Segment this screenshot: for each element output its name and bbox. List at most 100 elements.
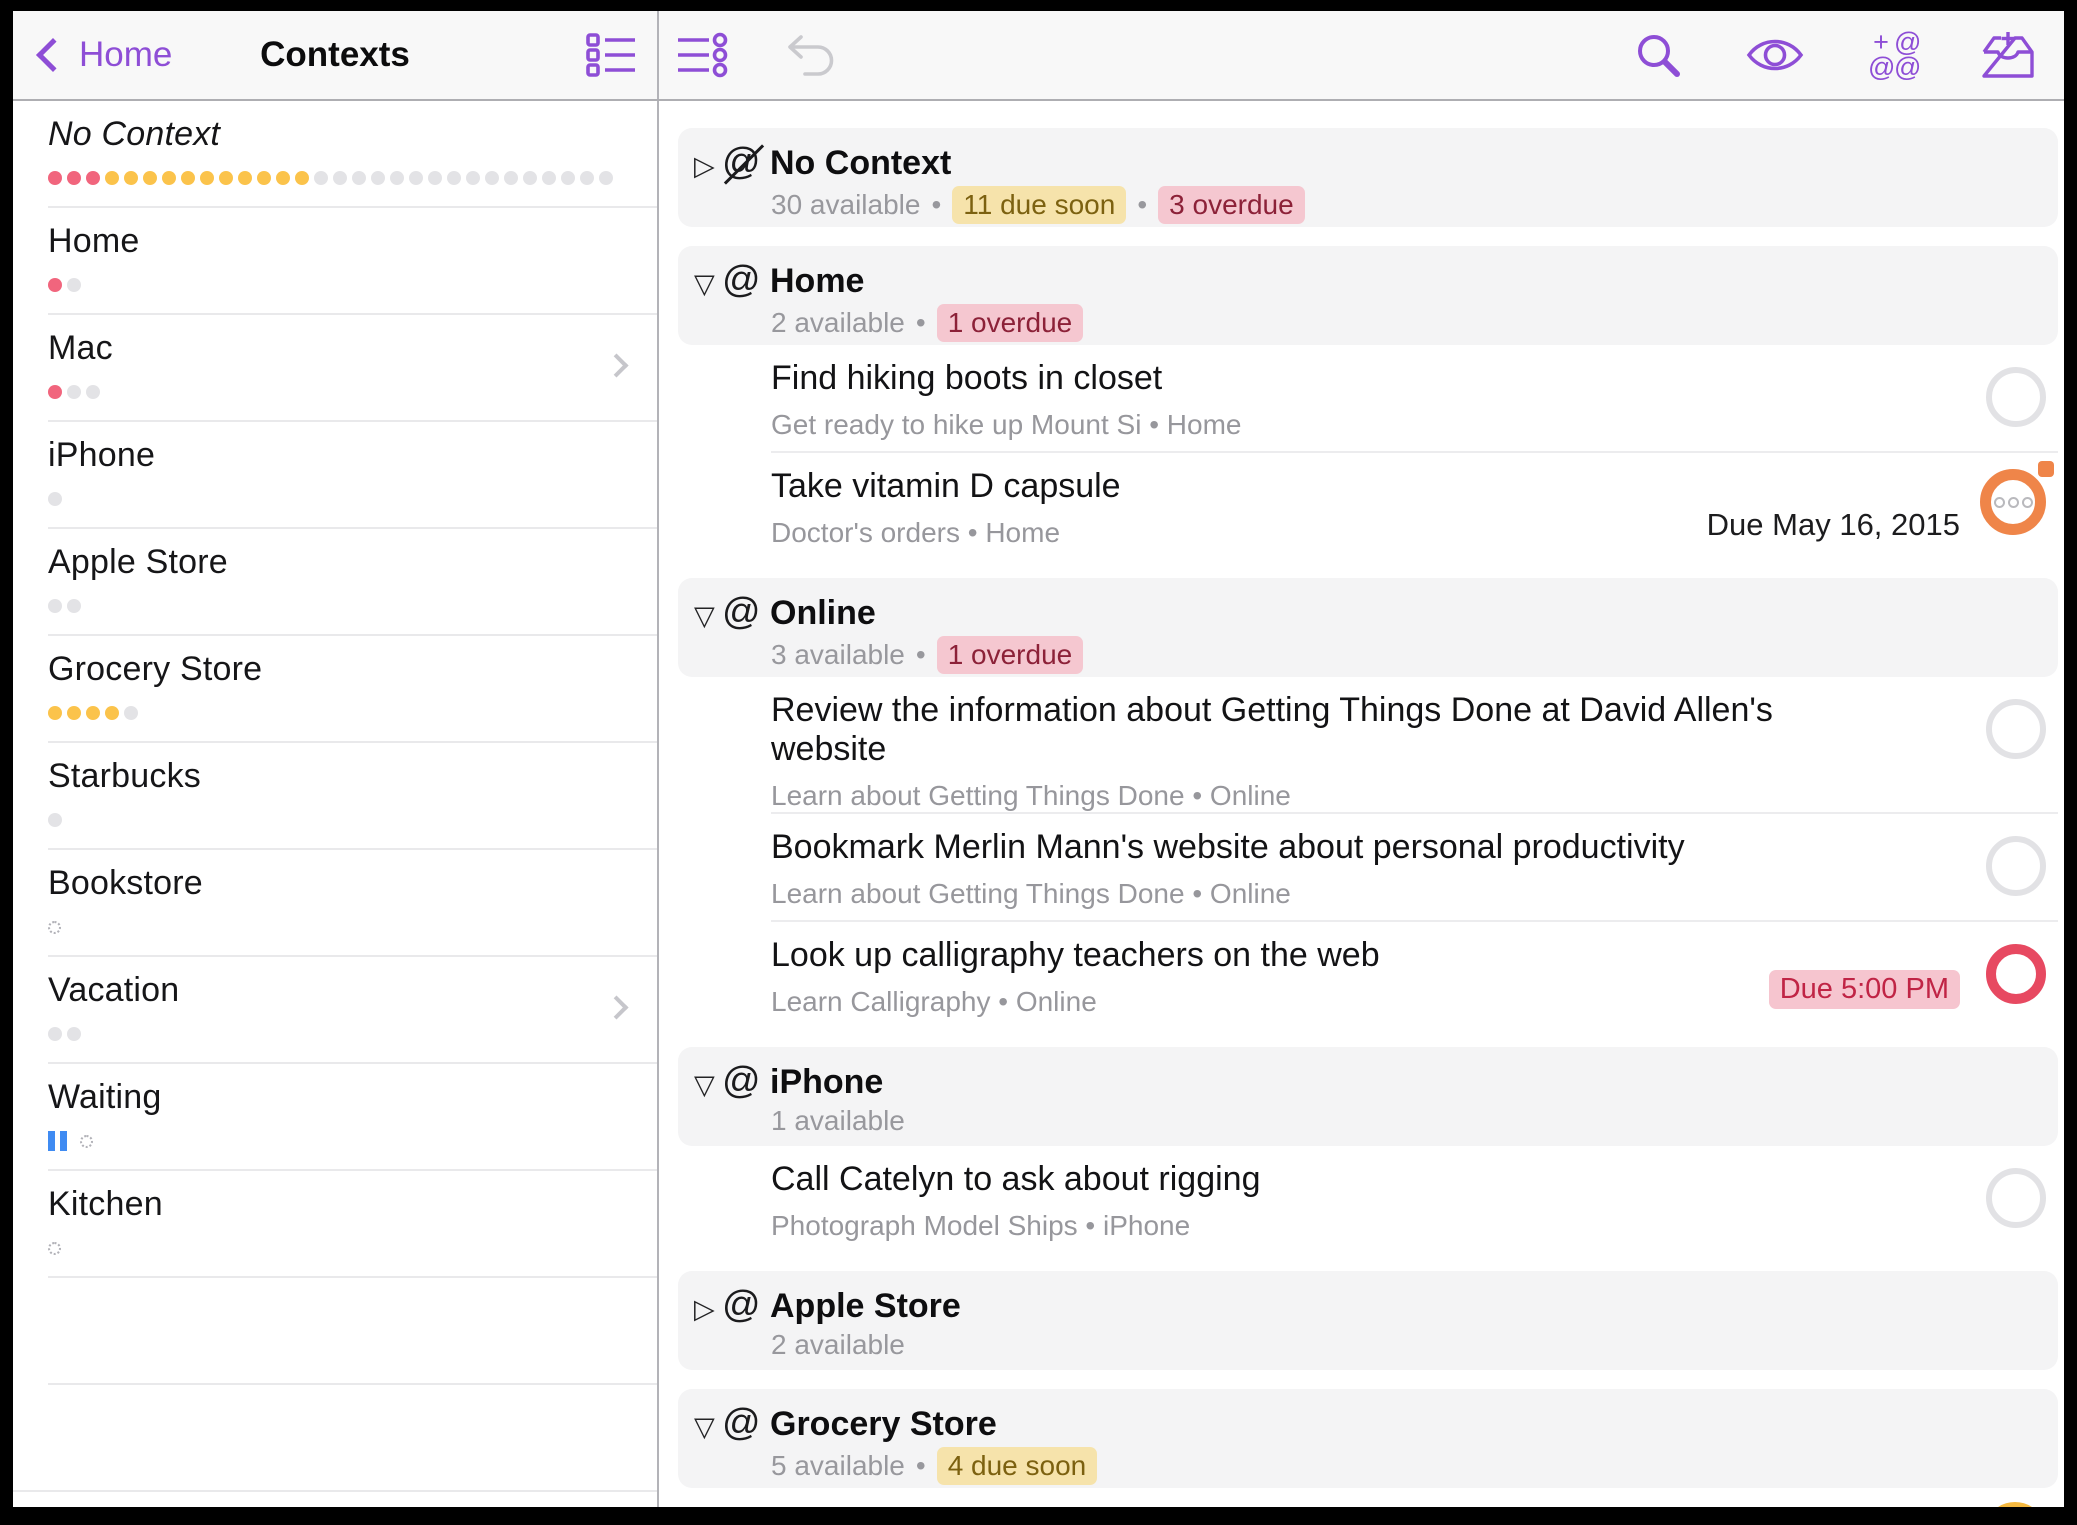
task-complete-circle[interactable]	[1986, 944, 2046, 1004]
sidebar-item-home[interactable]: Home	[13, 208, 657, 315]
disclosure-collapsed-icon[interactable]: ▷	[694, 1294, 715, 1325]
sidebar-item-vacation[interactable]: Vacation	[13, 957, 657, 1064]
group-header-apple-store[interactable]: ▷ @ Apple Store 2 available	[678, 1271, 2058, 1370]
task-row[interactable]: Look up calligraphy teachers on the web L…	[659, 922, 2064, 1028]
sidebar-item-no-context[interactable]: No Context	[13, 101, 657, 208]
group-counts: 2 available	[771, 1329, 905, 1361]
repeat-dot	[2007, 496, 2019, 508]
task-complete-circle[interactable]	[1986, 836, 2046, 896]
status-dot-due-soon	[124, 171, 138, 185]
status-dot-normal	[466, 171, 480, 185]
status-dot-due-soon	[86, 706, 100, 720]
undo-icon[interactable]	[781, 31, 841, 79]
task-row[interactable]: Find hiking boots in closet Get ready to …	[659, 345, 2064, 451]
context-at-icon: @	[722, 1284, 761, 1326]
group-header-home[interactable]: ▽ @ Home 2 available • 1 overdue	[678, 246, 2058, 345]
group-counts: 30 available • 11 due soon • 3 overdue	[771, 186, 1305, 224]
repeat-dot	[2021, 496, 2033, 508]
disclosure-expanded-icon[interactable]: ▽	[694, 1070, 715, 1101]
task-subtitle: Get ready to hike up Mount Si • Home	[771, 409, 1242, 440]
task-row[interactable]: Take vitamin D capsule Doctor's orders • …	[659, 453, 2064, 559]
sidebar-item-label: Waiting	[48, 1078, 162, 1116]
task-subtitle: Learn about Getting Things Done • Online	[771, 878, 1291, 909]
toolbar-sidebar-section: Home Contexts	[13, 11, 659, 99]
group-header-online[interactable]: ▽ @ Online 3 available • 1 overdue	[678, 578, 2058, 677]
task-subtitle: Learn about Getting Things Done • Online	[771, 780, 1291, 811]
count-available: 3 available	[771, 639, 905, 670]
task-complete-circle[interactable]	[1986, 1168, 2046, 1228]
count-available: 2 available	[771, 307, 905, 338]
context-at-icon: @	[722, 591, 761, 633]
sidebar-item-label: Starbucks	[48, 757, 201, 795]
task-due-label: Due 5:00 PM	[1768, 970, 1960, 1009]
task-complete-circle[interactable]	[1980, 461, 2054, 535]
task-complete-circle[interactable]	[1986, 367, 2046, 427]
group-header-no-context[interactable]: ▷ @ No Context 30 available • 11 due soon • 3 o…	[678, 128, 2058, 227]
group-header-grocery-store[interactable]: ▽ @ Grocery Store 5 available • 4 due soon	[678, 1389, 2058, 1488]
disclosure-collapsed-icon[interactable]: ▷	[694, 151, 715, 182]
toolbar-panel-section: + @ @ @	[659, 11, 2064, 99]
eye-icon[interactable]	[1746, 34, 1804, 76]
count-available: 30 available	[771, 189, 921, 220]
group-title: Grocery Store	[770, 1405, 997, 1443]
task-subtitle: Learn Calligraphy • Online	[771, 986, 1097, 1017]
group-title: Online	[770, 594, 876, 632]
sidebar-item-kitchen[interactable]: Kitchen	[13, 1171, 657, 1278]
sidebar-item-bookstore[interactable]: Bookstore	[13, 850, 657, 957]
sidebar-item-mac[interactable]: Mac	[13, 315, 657, 422]
add-context-icon[interactable]: + @ @ @	[1868, 29, 1921, 81]
context-status-dots	[48, 596, 657, 616]
sidebar-item-label: Grocery Store	[48, 650, 263, 688]
status-dot-on-hold	[48, 1241, 61, 1255]
task-row[interactable]: Review the information about Getting Thi…	[659, 677, 2064, 812]
status-dot-normal	[48, 1027, 62, 1041]
count-badge-overdue: 1 overdue	[936, 304, 1084, 342]
inbox-add-icon[interactable]	[1981, 30, 2035, 80]
sidebar-item-starbucks[interactable]: Starbucks	[13, 743, 657, 850]
contexts-sidebar: No Context Home Mac iPhone Apple Store Grocer…	[13, 101, 659, 1507]
sidebar-item-grocery-store[interactable]: Grocery Store	[13, 636, 657, 743]
count-available: 1 available	[771, 1105, 905, 1136]
status-dot-overdue	[48, 171, 62, 185]
sidebar-item-label: Kitchen	[48, 1185, 163, 1223]
task-complete-circle[interactable]	[1984, 1502, 2046, 1507]
sidebar-item-waiting[interactable]: Waiting	[13, 1064, 657, 1171]
omnifocus-window: Home Contexts + @ @ @ No Context Home Ma…	[13, 11, 2064, 1507]
sidebar-item-label: iPhone	[48, 436, 156, 474]
sidebar-item-iphone[interactable]: iPhone	[13, 422, 657, 529]
disclosure-expanded-icon[interactable]: ▽	[694, 269, 715, 300]
sidebar-item-apple-store[interactable]: Apple Store	[13, 529, 657, 636]
status-dot-normal	[48, 492, 62, 506]
list-bullets-icon[interactable]	[585, 32, 639, 78]
disclosure-expanded-icon[interactable]: ▽	[694, 601, 715, 632]
status-dot-due-soon	[238, 171, 252, 185]
task-title: Take vitamin D capsule	[771, 467, 1121, 505]
contexts-panel: ▷ @ No Context 30 available • 11 due soon • 3 o…	[659, 101, 2064, 1507]
count-separator: •	[915, 639, 926, 670]
status-dot-overdue	[48, 385, 62, 399]
list-circles-icon[interactable]	[675, 32, 729, 78]
no-context-icon: @	[722, 141, 761, 183]
pause-bar	[48, 1131, 55, 1151]
context-status-dots	[48, 382, 657, 402]
task-subtitle: Photograph Model Ships • iPhone	[771, 1210, 1191, 1241]
context-status-dots	[48, 917, 657, 937]
sidebar-empty-row	[13, 1278, 657, 1385]
group-header-iphone[interactable]: ▽ @ iPhone 1 available	[678, 1047, 2058, 1146]
task-row[interactable]: Call Catelyn to ask about rigging Photogr…	[659, 1146, 2064, 1252]
task-row[interactable]: Bookmark Merlin Mann's website about per…	[659, 814, 2064, 920]
context-status-dots	[48, 168, 657, 188]
status-dot-due-soon	[295, 171, 309, 185]
task-row[interactable]: Buy carrots	[659, 1488, 2064, 1507]
status-dot-overdue	[67, 171, 81, 185]
status-dot-normal	[86, 385, 100, 399]
disclosure-expanded-icon[interactable]: ▽	[694, 1412, 715, 1443]
status-dot-normal	[48, 599, 62, 613]
status-dot-due-soon	[67, 706, 81, 720]
status-dot-overdue	[86, 171, 100, 185]
status-dot-normal	[599, 171, 613, 185]
page-title: Contexts	[260, 35, 410, 74]
status-dot-normal	[390, 171, 404, 185]
task-complete-circle[interactable]	[1986, 699, 2046, 759]
search-icon[interactable]	[1634, 31, 1682, 79]
